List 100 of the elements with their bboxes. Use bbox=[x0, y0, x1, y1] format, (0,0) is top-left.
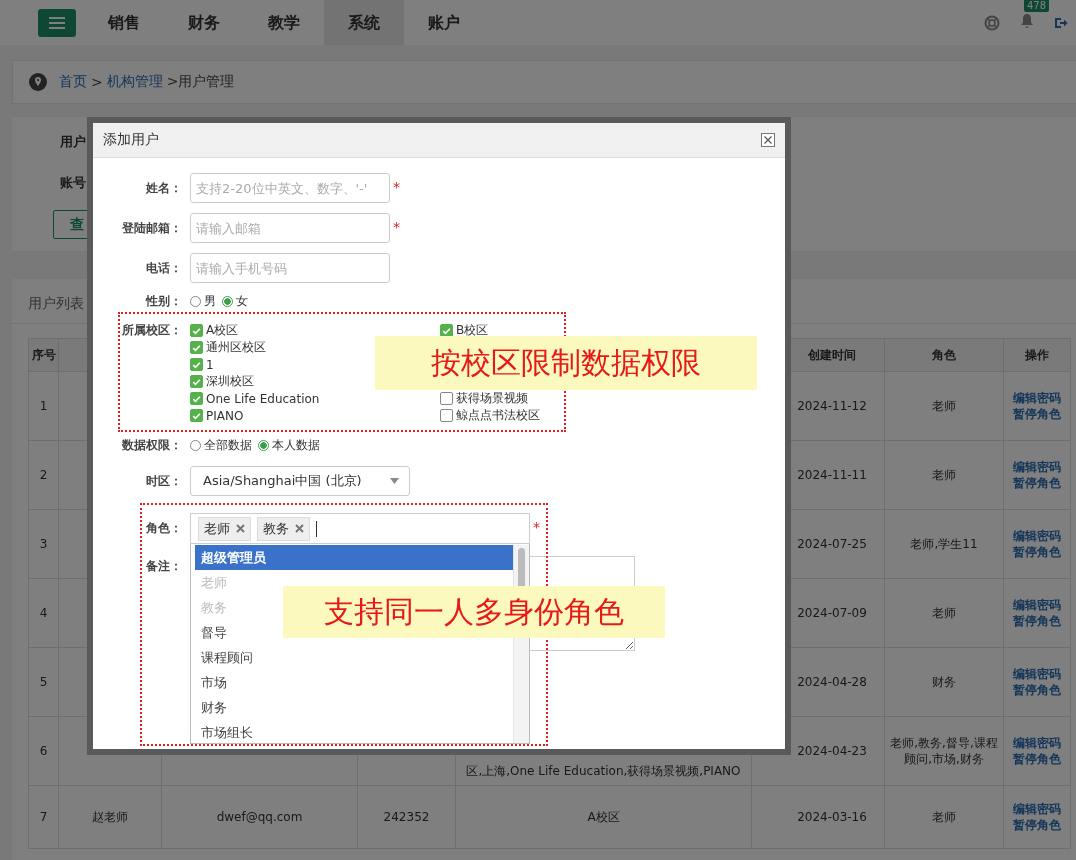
action-link[interactable]: 角色 bbox=[1037, 752, 1061, 766]
table-cell: 3 bbox=[39, 537, 48, 551]
checkbox[interactable] bbox=[440, 392, 453, 405]
action-link[interactable]: 暂停 bbox=[1013, 752, 1037, 766]
radio-label[interactable]: 本人数据 bbox=[272, 437, 320, 454]
action-link[interactable]: 暂停 bbox=[1013, 683, 1037, 697]
action-link[interactable]: 密码 bbox=[1037, 736, 1061, 750]
checkbox[interactable] bbox=[190, 358, 203, 371]
nav-tab[interactable]: 系统 bbox=[324, 0, 404, 45]
field-label: 性别： bbox=[146, 294, 182, 308]
action-link[interactable]: 密码 bbox=[1037, 391, 1061, 405]
table-cell: 7 bbox=[39, 810, 48, 824]
dropdown-option[interactable]: 督导 bbox=[195, 620, 233, 645]
dropdown-option[interactable]: 课程顾问 bbox=[195, 645, 259, 670]
checkbox[interactable] bbox=[190, 409, 203, 422]
input-field[interactable]: 支持2-20位中英文、数字、'-' bbox=[190, 173, 390, 203]
action-link[interactable]: 暂停 bbox=[1013, 476, 1037, 490]
nav-tab[interactable]: 财务 bbox=[164, 0, 244, 45]
checkbox-label[interactable]: One Life Education bbox=[206, 391, 320, 406]
action-link[interactable]: 编辑 bbox=[1013, 736, 1037, 750]
radio-button[interactable] bbox=[258, 440, 269, 451]
checkbox-label[interactable]: 通州区校区 bbox=[206, 339, 266, 356]
checkbox-label[interactable]: 鲸点点书法校区 bbox=[456, 407, 540, 424]
radio-label[interactable]: 全部数据 bbox=[204, 437, 252, 454]
breadcrumb-text: > bbox=[91, 74, 103, 90]
breadcrumb-link[interactable]: 首页 bbox=[59, 73, 87, 91]
radio-button[interactable] bbox=[222, 296, 233, 307]
breadcrumb-link[interactable]: 机构管理 bbox=[106, 73, 163, 91]
nav-tab[interactable]: 销售 bbox=[84, 0, 164, 45]
text-cursor bbox=[316, 520, 317, 537]
tag-label: 老师 bbox=[204, 519, 230, 538]
role-multiselect[interactable]: 老师 教务 bbox=[190, 513, 530, 544]
remove-icon[interactable] bbox=[236, 524, 245, 533]
logout-icon[interactable] bbox=[1054, 15, 1068, 30]
menu-icon bbox=[49, 16, 65, 29]
action-link[interactable]: 角色 bbox=[1037, 683, 1061, 697]
input-field[interactable]: 请输入邮箱 bbox=[190, 213, 390, 243]
table-cell: 财务 bbox=[932, 675, 956, 689]
radio-label[interactable]: 女 bbox=[236, 293, 248, 310]
action-link[interactable]: 角色 bbox=[1037, 818, 1061, 832]
action-link[interactable]: 暂停 bbox=[1013, 407, 1037, 421]
breadcrumb-text: >用户管理 bbox=[166, 73, 235, 91]
table-cell: 2024-11-11 bbox=[797, 468, 867, 482]
field-label: 登陆邮箱： bbox=[122, 221, 182, 235]
checkbox[interactable] bbox=[440, 409, 453, 422]
checkbox[interactable] bbox=[190, 375, 203, 388]
radio-label[interactable]: 男 bbox=[204, 293, 216, 310]
checkbox-label[interactable]: PIANO bbox=[206, 408, 244, 423]
checkbox[interactable] bbox=[190, 324, 203, 337]
action-link[interactable]: 编辑 bbox=[1013, 667, 1037, 681]
dropdown-option[interactable]: 超级管理员 bbox=[195, 545, 513, 570]
table-cell: 老师 bbox=[932, 399, 956, 413]
checkbox-label[interactable]: B校区 bbox=[456, 322, 489, 339]
dialog-title: 添加用户 bbox=[103, 131, 159, 149]
action-link[interactable]: 角色 bbox=[1037, 614, 1061, 628]
input-field[interactable]: 请输入手机号码 bbox=[190, 253, 390, 283]
checkbox-label[interactable]: A校区 bbox=[206, 322, 239, 339]
checkbox[interactable] bbox=[190, 392, 203, 405]
checkbox-label[interactable]: 获得场景视频 bbox=[456, 390, 528, 407]
checkbox-label[interactable]: 深圳校区 bbox=[206, 373, 254, 390]
action-link[interactable]: 密码 bbox=[1037, 598, 1061, 612]
close-icon[interactable] bbox=[761, 133, 775, 147]
help-icon[interactable] bbox=[984, 14, 1000, 31]
action-link[interactable]: 角色 bbox=[1037, 545, 1061, 559]
dropdown-option[interactable]: 市场 bbox=[195, 670, 233, 695]
dropdown-option[interactable]: 财务 bbox=[195, 695, 233, 720]
action-link[interactable]: 密码 bbox=[1037, 529, 1061, 543]
table-cell: A校区 bbox=[587, 810, 620, 824]
action-link[interactable]: 暂停 bbox=[1013, 614, 1037, 628]
bell-icon[interactable] bbox=[1020, 13, 1034, 29]
dropdown-option: 教务 bbox=[195, 595, 233, 620]
action-link[interactable]: 密码 bbox=[1037, 460, 1061, 474]
field-label: 时区： bbox=[146, 474, 182, 488]
action-link[interactable]: 编辑 bbox=[1013, 529, 1037, 543]
table-cell: 老师 bbox=[932, 810, 956, 824]
dropdown-option[interactable]: 市场组长 bbox=[195, 720, 259, 745]
timezone-select[interactable]: Asia/Shanghai中国 (北京) bbox=[190, 466, 410, 496]
action-link[interactable]: 编辑 bbox=[1013, 460, 1037, 474]
action-link[interactable]: 编辑 bbox=[1013, 598, 1037, 612]
table-cell: 老师,教务,督导,课程顾问,市场,财务 bbox=[890, 736, 998, 766]
table-cell: 老师 bbox=[932, 606, 956, 620]
remove-icon[interactable] bbox=[295, 524, 304, 533]
column-header: 序号 bbox=[31, 348, 56, 362]
action-link[interactable]: 密码 bbox=[1037, 802, 1061, 816]
action-link[interactable]: 密码 bbox=[1037, 667, 1061, 681]
action-link[interactable]: 角色 bbox=[1037, 407, 1061, 421]
menu-button[interactable] bbox=[38, 8, 76, 37]
action-link[interactable]: 编辑 bbox=[1013, 391, 1037, 405]
action-link[interactable]: 暂停 bbox=[1013, 545, 1037, 559]
annotation-callout: 按校区限制数据权限 bbox=[375, 336, 757, 390]
checkbox[interactable] bbox=[190, 341, 203, 354]
action-link[interactable]: 暂停 bbox=[1013, 818, 1037, 832]
action-link[interactable]: 编辑 bbox=[1013, 802, 1037, 816]
field-label: 角色： bbox=[146, 521, 182, 535]
table-cell: 2024-04-28 bbox=[797, 675, 867, 689]
field-label: 姓名： bbox=[146, 181, 182, 195]
action-link[interactable]: 角色 bbox=[1037, 476, 1061, 490]
checkbox-label[interactable]: 1 bbox=[206, 357, 214, 372]
nav-tab[interactable]: 教学 bbox=[244, 0, 324, 45]
nav-tab[interactable]: 账户 bbox=[404, 0, 484, 45]
